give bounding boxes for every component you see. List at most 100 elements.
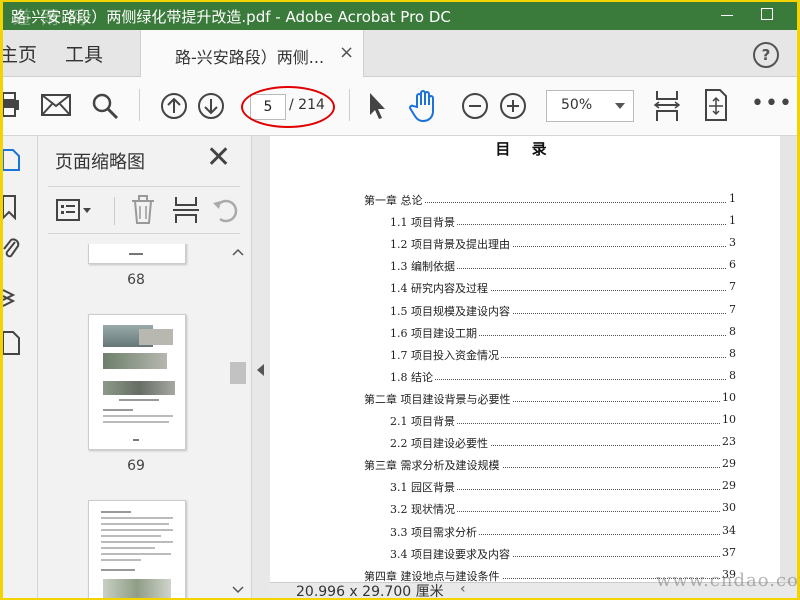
page-dimensions: 20.996 x 29.700 厘米 <box>296 584 444 598</box>
scroll-thumb[interactable] <box>230 362 246 384</box>
maximize-button[interactable] <box>755 4 779 26</box>
fit-page-width-icon[interactable] <box>653 89 681 123</box>
panel-collapse-handle[interactable] <box>251 136 270 598</box>
toolbar-divider <box>139 89 140 121</box>
toc-entry[interactable]: 第三章 需求分析及建设规模 29 <box>270 457 780 475</box>
toc-entry-page: 7 <box>727 280 736 294</box>
pages-icon[interactable] <box>3 330 21 356</box>
toolbar-divider <box>114 197 115 225</box>
zoom-select[interactable]: 50% <box>546 90 634 122</box>
delete-page-icon[interactable] <box>130 195 156 225</box>
watermark-url: www.cndao.com <box>656 570 800 591</box>
zoom-value: 50% <box>561 97 593 113</box>
toc-entry-page: 8 <box>727 368 736 382</box>
tools-tab[interactable]: 工具 <box>65 40 103 67</box>
toc-entry-page: 10 <box>720 413 736 426</box>
thumbnail-page[interactable] <box>88 314 186 450</box>
toc-entry[interactable]: 1.4 研究内容及过程 7 <box>270 280 780 298</box>
scroll-down-icon[interactable] <box>232 586 244 594</box>
minimize-button[interactable] <box>715 4 739 26</box>
hand-tool-icon[interactable] <box>409 89 441 123</box>
document-tab[interactable]: 路-兴安路段）两侧... × <box>140 30 364 77</box>
thumbnail-scrollbar[interactable] <box>228 244 248 598</box>
options-menu-icon[interactable] <box>56 199 96 221</box>
home-tab[interactable]: 主页 <box>3 40 37 67</box>
document-viewport[interactable]: 目 录 第一章 总论 1 1.1 项目背景 1 1.2 项目背景及提出理由 3 1.3 编制… <box>270 136 797 598</box>
thumbnail-page-number: 68 <box>127 272 145 288</box>
scroll-up-icon[interactable] <box>232 248 244 256</box>
toc-entry-label: 3.3 项目需求分析 <box>390 523 479 540</box>
toc-entry[interactable]: 第二章 项目建设背景与必要性 10 <box>270 390 780 409</box>
thumbnail-list: 68 69 <box>38 244 228 598</box>
toc-entry-label: 3.4 项目建设要求及内容 <box>390 545 512 562</box>
toc-entry[interactable]: 1.1 项目背景 1 <box>270 214 780 232</box>
bookmarks-icon[interactable] <box>3 194 19 220</box>
toc-entry[interactable]: 1.6 项目建设工期 8 <box>270 324 780 343</box>
toc-entry[interactable]: 第一章 总论 1 <box>270 192 780 210</box>
top-nav: 主页 工具 路-兴安路段）两侧... × <box>3 30 797 77</box>
help-icon[interactable]: ? <box>753 42 779 68</box>
thumbnail-page[interactable] <box>88 244 186 264</box>
toc-entry[interactable]: 3.1 园区背景 29 <box>270 479 780 497</box>
red-highlight-oval <box>241 86 335 128</box>
toolbar: 5 / 214 50% ••• <box>3 77 797 136</box>
page-thumbnails-icon[interactable] <box>3 148 21 172</box>
document-tab-label: 路-兴安路段）两侧... <box>175 48 325 67</box>
panel-toolbar <box>48 186 240 234</box>
toc-entry[interactable]: 1.2 项目背景及提出理由 3 <box>270 236 780 254</box>
attachments-icon[interactable] <box>3 236 21 260</box>
toc-entry[interactable]: 3.2 现状情况 30 <box>270 501 780 519</box>
next-page-icon[interactable] <box>197 92 225 120</box>
toc-entry[interactable]: 3.3 项目需求分析 34 <box>270 523 780 542</box>
toc-entry[interactable]: 3.4 项目建设要求及内容 37 <box>270 545 780 564</box>
toc-entry-page: 23 <box>720 435 736 449</box>
zoom-out-icon[interactable] <box>461 92 489 120</box>
toc-entry-label: 2.1 项目背景 <box>390 413 457 429</box>
close-tab-button[interactable]: × <box>339 42 354 63</box>
scroll-left-icon[interactable]: ‹ <box>460 581 466 597</box>
toc-leader-dots <box>390 378 736 380</box>
toc-entry-page: 10 <box>720 390 736 404</box>
toolbar-divider <box>349 89 350 121</box>
toc-entry-label: 3.1 园区背景 <box>390 479 457 496</box>
rotate-page-icon[interactable] <box>212 197 240 225</box>
toc-entry[interactable]: 1.7 项目投入资金情况 8 <box>270 346 780 365</box>
toc-entry-page: 8 <box>727 324 736 338</box>
toc-entry-label: 1.8 结论 <box>390 368 435 385</box>
print-icon[interactable] <box>3 92 21 118</box>
title-bar: 路-兴安路段）两侧绿化带提升改造.pdf - Adobe Acrobat Pro… <box>3 2 797 30</box>
toc-entry-label: 1.1 项目背景 <box>390 214 457 231</box>
zoom-in-icon[interactable] <box>499 92 527 120</box>
toc-entry-page: 1 <box>727 214 736 228</box>
more-tools-icon[interactable]: ••• <box>751 91 793 116</box>
panel-title: 页面缩略图 <box>55 152 145 173</box>
layers-icon[interactable] <box>3 284 21 308</box>
document-page: 目 录 第一章 总论 1 1.1 项目背景 1 1.2 项目背景及提出理由 3 1.3 编制… <box>270 136 780 584</box>
toc-entry-page: 8 <box>727 346 736 360</box>
toc-entry[interactable]: 2.2 项目建设必要性 23 <box>270 435 780 453</box>
toc-entry-label: 1.7 项目投入资金情况 <box>390 346 501 363</box>
close-panel-button[interactable]: ✕ <box>206 140 231 175</box>
previous-page-icon[interactable] <box>160 92 188 120</box>
toc-entry[interactable]: 1.8 结论 8 <box>270 368 780 387</box>
toc-entry[interactable]: 2.1 项目背景 10 <box>270 413 780 431</box>
split-page-icon[interactable] <box>172 195 200 225</box>
toc-entry[interactable]: 1.3 编制依据 6 <box>270 258 780 276</box>
toc-entry-label: 第三章 需求分析及建设规模 <box>364 457 502 474</box>
navigation-rail <box>3 136 38 598</box>
toc-entry-label: 1.4 研究内容及过程 <box>390 280 490 297</box>
select-tool-icon[interactable] <box>367 91 387 121</box>
toc-entry-page: 37 <box>720 545 736 559</box>
full-screen-icon[interactable] <box>703 89 729 121</box>
toc-entry[interactable]: 1.5 项目规模及建设内容 7 <box>270 302 780 321</box>
thumbnail-page-number: 69 <box>127 458 145 474</box>
search-icon[interactable] <box>91 92 119 120</box>
toc-entry-label: 第二章 项目建设背景与必要性 <box>364 390 513 407</box>
email-icon[interactable] <box>41 94 71 116</box>
toc-entry-page: 34 <box>720 523 736 537</box>
toc-entry-page: 6 <box>727 258 736 272</box>
toc-entry-page: 1 <box>727 192 736 205</box>
thumbnail-page[interactable] <box>88 500 186 598</box>
watermark-logo: 道 雨 网 <box>13 8 89 29</box>
toc-entry-label: 3.2 现状情况 <box>390 501 457 518</box>
